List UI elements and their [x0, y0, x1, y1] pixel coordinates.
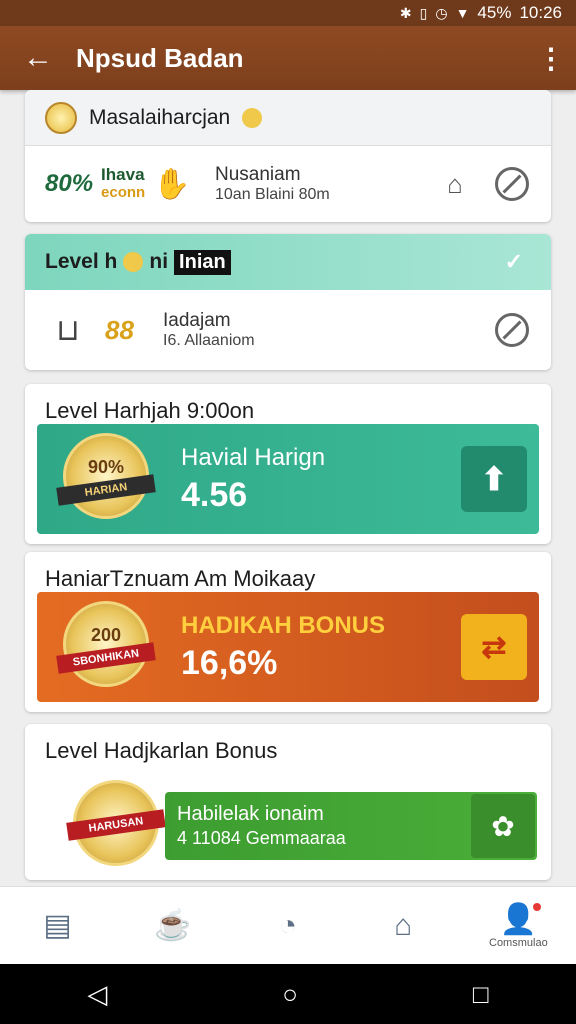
bluetooth-icon: ✱: [399, 4, 412, 21]
more-options-icon[interactable]: ⋮: [526, 42, 576, 75]
list-icon: ▤: [43, 908, 72, 942]
brand-percent: 80%: [45, 170, 94, 197]
brand-logo: 80% Ihava econn: [45, 166, 149, 202]
system-back-icon[interactable]: ◁: [87, 979, 107, 1010]
level-card-header: Level h ni Inian ✓: [25, 234, 551, 290]
item-title: Iadajam: [163, 310, 231, 331]
brand-line2: econn: [101, 184, 146, 201]
cup-icon: ☕: [154, 908, 192, 942]
bonus-card-title: HaniarTznuam Am Moikaay: [45, 566, 316, 591]
banner-line2: 4 11084 Gemmaaraa: [177, 828, 346, 848]
nav-item-list[interactable]: ▤: [13, 891, 103, 961]
item-subtitle: 10an Blaini 80m: [215, 186, 330, 203]
clock: 10:26: [519, 3, 562, 22]
system-home-icon[interactable]: ○: [282, 979, 298, 1010]
medal-icon: 90% HARIAN: [51, 431, 161, 527]
nav-item-cup[interactable]: ☕: [128, 891, 218, 961]
profile-icon: 👤: [499, 902, 542, 936]
page-title: Npsud Badan: [76, 42, 244, 73]
alarm-icon: ◷: [435, 4, 448, 21]
wifi-icon: ▼: [455, 5, 470, 21]
app-bar: ← Npsud Badan ⋮: [0, 26, 576, 90]
daily-reward-banner[interactable]: 90% HARIAN Havial Harign 4.56 ⬆: [37, 424, 539, 534]
summary-card: Masalaiharcjan 80% Ihava econn ✋ Nusania…: [25, 90, 551, 222]
banner-value: 16,6%: [181, 643, 278, 682]
summary-card-title: Masalaiharcjan: [89, 105, 231, 129]
block-icon[interactable]: [495, 167, 529, 201]
block-icon[interactable]: [495, 313, 529, 347]
status-bar: ✱ ▯ ◷ ▼ 45% 10:26: [0, 0, 576, 26]
battery-level: 45%: [477, 3, 512, 22]
level-item-row[interactable]: ⊔ 88 Iadajam I6. Allaaniom: [25, 290, 551, 370]
bottle-icon: ⊔: [56, 313, 80, 347]
profile-label: Comsmulao: [489, 936, 548, 949]
system-recents-icon[interactable]: □: [473, 979, 489, 1010]
banner-value: 4.56: [181, 475, 248, 514]
banner-line1: Habilelak ionaim: [177, 803, 324, 825]
nav-item-home[interactable]: ⌂: [358, 891, 448, 961]
arrow-up-button[interactable]: ⬆: [461, 446, 527, 512]
emblem-icon: [45, 101, 77, 134]
currency-button[interactable]: ⇄: [461, 614, 527, 680]
bonus-banner[interactable]: 200 SBONHIKAN HADIKAH BONUS 16,6% ⇄: [37, 592, 539, 702]
vibrate-icon: ▯: [419, 4, 428, 21]
nav-item-profile[interactable]: 👤 Comsmulao: [473, 891, 563, 961]
level-bonus-title: Level Hadjkarlan Bonus: [45, 738, 278, 763]
nav-item-clock[interactable]: ◔: [243, 891, 333, 961]
handshake-icon: ✋: [153, 167, 191, 201]
check-icon: ✓: [504, 249, 523, 274]
flower-button[interactable]: ✿: [471, 794, 535, 858]
level-tag: Inian: [174, 249, 231, 275]
level-card: Level h ni Inian ✓ ⊔ 88 Iadajam I6. Alla…: [25, 234, 551, 370]
banner-label: Havial Harign: [181, 443, 326, 471]
daily-level-title: Level Harhjah 9:00on: [45, 398, 255, 423]
summary-card-header: Masalaiharcjan: [25, 90, 551, 146]
system-nav-bar: ◁ ○ □: [0, 964, 576, 1024]
item-subtitle: I6. Allaaniom: [163, 332, 255, 349]
bonus-card: HaniarTznuam Am Moikaay 200 SBONHIKAN HA…: [25, 552, 551, 712]
medal-icon: 200 SBONHIKAN: [51, 599, 161, 695]
main-content[interactable]: Masalaiharcjan 80% Ihava econn ✋ Nusania…: [0, 90, 576, 886]
home-icon[interactable]: ⌂: [437, 166, 473, 202]
brand-line1: Ihava: [101, 165, 145, 184]
star-badge-icon: [242, 107, 263, 128]
bottom-nav: ▤ ☕ ◔ ⌂ 👤 Comsmulao: [0, 886, 576, 964]
level-bonus-card: Level Hadjkarlan Bonus HARUSAN Habilelak…: [25, 724, 551, 880]
home-icon: ⌂: [394, 908, 413, 942]
level-bonus-banner[interactable]: Habilelak ionaim 4 11084 Gemmaaraa ✿: [165, 792, 537, 860]
item-title: Nusaniam: [215, 164, 301, 185]
clock-icon: ◔: [278, 908, 298, 942]
coin-icon: [123, 252, 144, 272]
level-card-title: Level h: [45, 250, 118, 273]
summary-item-row[interactable]: 80% Ihava econn ✋ Nusaniam 10an Blaini 8…: [25, 146, 551, 222]
banner-label: HADIKAH BONUS: [181, 611, 385, 639]
medal-icon: HARUSAN: [61, 778, 171, 874]
back-arrow-icon[interactable]: ←: [0, 41, 76, 75]
level-card-title-mid: ni: [149, 250, 169, 273]
infinity-logo: 88: [105, 314, 134, 345]
daily-level-card: Level Harhjah 9:00on 90% HARIAN Havial H…: [25, 384, 551, 544]
